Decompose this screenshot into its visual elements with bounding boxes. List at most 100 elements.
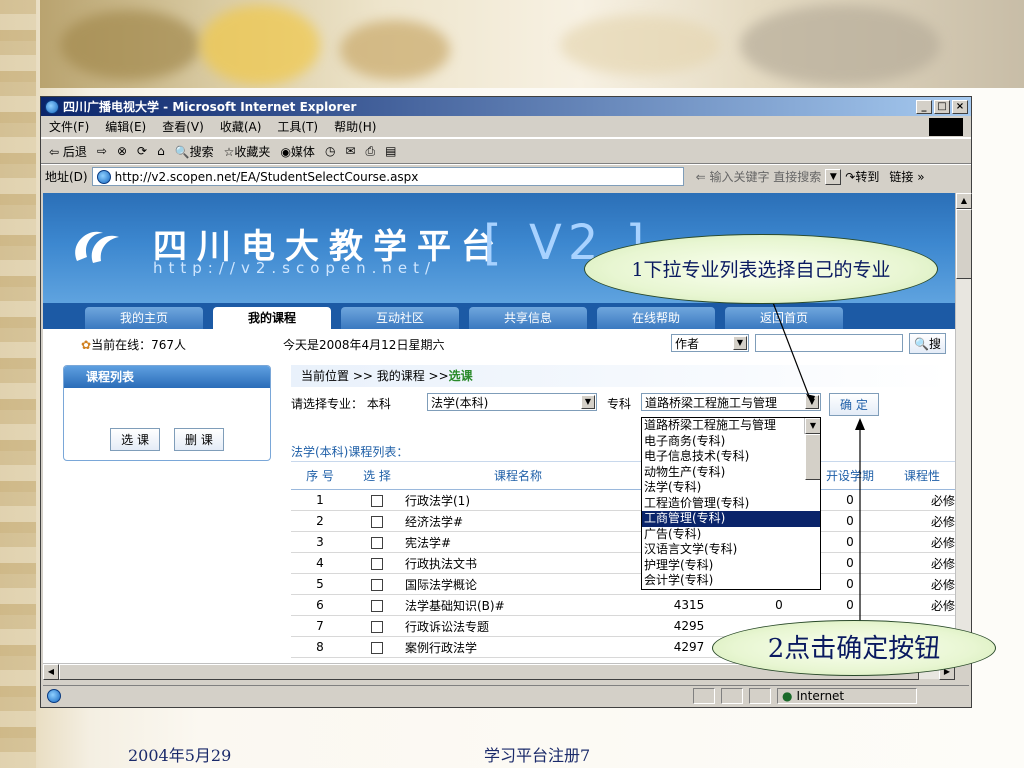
- tab-online-help[interactable]: 在线帮助: [597, 307, 715, 329]
- dropdown-option[interactable]: 法学(专科): [642, 480, 820, 496]
- links-label: 链接: [889, 170, 914, 184]
- scroll-left-icon[interactable]: ◀: [43, 664, 59, 680]
- course-name: 宪法学#: [405, 531, 631, 553]
- media-button[interactable]: ◉媒体: [280, 143, 315, 160]
- status-bar: ● Internet: [43, 685, 969, 705]
- toolbar: ⇦ 后退 ⇨ ⊗ ⟳ ⌂ 🔍搜索 ☆收藏夹 ◉媒体 ◷ ✉ ⎙ ▤: [41, 138, 971, 164]
- ie-logo-icon: [45, 99, 59, 114]
- nav-tabs: 我的主页 我的课程 互动社区 共享信息 在线帮助 返回首页: [43, 303, 955, 329]
- ie-window: 四川广播电视大学 - Microsoft Internet Explorer _…: [40, 96, 972, 708]
- dropdown-option[interactable]: 道路桥梁工程施工与管理: [642, 418, 820, 434]
- site-search-input[interactable]: [755, 334, 903, 352]
- search-button[interactable]: 🔍搜索: [175, 143, 214, 160]
- course-name: 经济法学#: [405, 510, 631, 532]
- scroll-down-icon[interactable]: ▼: [805, 418, 820, 434]
- col-index: 序 号: [291, 461, 349, 490]
- back-button[interactable]: ⇦ 后退: [49, 143, 87, 160]
- row-checkbox-cell: [349, 594, 405, 616]
- go-button[interactable]: ↷转到: [845, 168, 879, 185]
- today-date: 今天是2008年4月12日星期六: [283, 338, 445, 352]
- menu-edit[interactable]: 编辑(E): [105, 118, 146, 135]
- minimize-button[interactable]: _: [916, 99, 932, 114]
- tab-home[interactable]: 我的主页: [85, 307, 203, 329]
- menu-favorites[interactable]: 收藏(A): [220, 118, 262, 135]
- row-checkbox-cell: [349, 615, 405, 637]
- menu-view[interactable]: 查看(V): [162, 118, 204, 135]
- select-course-button[interactable]: 选 课: [110, 428, 160, 451]
- vertical-scrollbar[interactable]: ▲ ▼: [955, 193, 972, 663]
- menu-tools[interactable]: 工具(T): [277, 118, 318, 135]
- course-checkbox[interactable]: [371, 536, 383, 549]
- search-type-select[interactable]: 作者 ▼: [671, 334, 749, 352]
- undergrad-major-select[interactable]: 法学(本科) ▼: [427, 393, 597, 411]
- dropdown-option[interactable]: 工程造价管理(专科): [642, 496, 820, 512]
- menu-help[interactable]: 帮助(H): [334, 118, 376, 135]
- course-type: 必修: [889, 489, 955, 511]
- confirm-button[interactable]: 确 定: [829, 393, 879, 416]
- delete-course-button[interactable]: 删 课: [174, 428, 224, 451]
- favorites-label: 收藏夹: [234, 144, 271, 159]
- course-checkbox[interactable]: [371, 620, 383, 633]
- refresh-icon[interactable]: ⟳: [137, 144, 147, 158]
- scroll-thumb[interactable]: [805, 434, 820, 480]
- media-label: 媒体: [290, 144, 315, 159]
- menu-file[interactable]: 文件(F): [49, 118, 89, 135]
- course-checkbox[interactable]: [371, 515, 383, 528]
- course-type: 必修: [889, 594, 955, 616]
- history-icon[interactable]: ◷: [325, 144, 335, 158]
- scroll-up-icon[interactable]: ▲: [956, 193, 972, 209]
- tab-shared-info[interactable]: 共享信息: [469, 307, 587, 329]
- tab-my-courses[interactable]: 我的课程: [213, 307, 331, 329]
- address-input[interactable]: http://v2.scopen.net/EA/StudentSelectCou…: [91, 167, 684, 186]
- dropdown-option-selected[interactable]: 工商管理(专科): [642, 511, 820, 527]
- mail-icon[interactable]: ✉: [345, 144, 355, 158]
- print-icon[interactable]: ⎙: [365, 144, 375, 159]
- site-search-button[interactable]: 🔍搜: [909, 333, 946, 354]
- search-hint[interactable]: ⇐ 输入关键字 直接搜索: [696, 168, 822, 185]
- stop-icon[interactable]: ⊗: [117, 144, 127, 158]
- close-button[interactable]: ×: [952, 99, 968, 114]
- dropdown-option[interactable]: 护理学(专科): [642, 558, 820, 574]
- tab-community[interactable]: 互动社区: [341, 307, 459, 329]
- course-semester: 0: [811, 552, 889, 574]
- status-text: [67, 688, 687, 704]
- links-button[interactable]: 链接 »: [889, 168, 924, 185]
- course-semester: 0: [811, 594, 889, 616]
- dropdown-scrollbar[interactable]: ▲ ▼: [804, 418, 820, 480]
- site-logo-icon: [75, 231, 119, 263]
- status-cell: [749, 687, 771, 704]
- course-checkbox[interactable]: [371, 494, 383, 507]
- forward-button[interactable]: ⇨: [97, 144, 107, 158]
- row-index: 6: [291, 594, 349, 616]
- junior-major-select[interactable]: 道路桥梁工程施工与管理 ▼: [641, 393, 821, 411]
- favorites-button[interactable]: ☆收藏夹: [224, 143, 271, 160]
- chevron-down-icon: ▼: [805, 395, 819, 409]
- globe-icon: ●: [782, 688, 793, 703]
- window-title: 四川广播电视大学 - Microsoft Internet Explorer: [63, 100, 357, 114]
- course-checkbox[interactable]: [371, 557, 383, 570]
- scroll-thumb[interactable]: [956, 209, 972, 279]
- dropdown-option[interactable]: 电子商务(专科): [642, 434, 820, 450]
- tab-return-home[interactable]: 返回首页: [725, 307, 843, 329]
- course-checkbox[interactable]: [371, 578, 383, 591]
- edit-icon[interactable]: ▤: [385, 144, 396, 158]
- table-row: 3 宪法学# 0 必修: [291, 531, 955, 553]
- course-semester: 0: [811, 573, 889, 595]
- course-checkbox[interactable]: [371, 599, 383, 612]
- address-dropdown-icon[interactable]: ▼: [825, 168, 842, 185]
- dropdown-option[interactable]: 动物生产(专科): [642, 465, 820, 481]
- search-type-value: 作者: [675, 336, 700, 351]
- dropdown-option[interactable]: 广告(专科): [642, 527, 820, 543]
- course-checkbox[interactable]: [371, 641, 383, 654]
- dropdown-option[interactable]: 汉语言文学(专科): [642, 542, 820, 558]
- course-list-panel: 课程列表 选 课 删 课: [63, 365, 271, 461]
- dropdown-option[interactable]: 会计学(专科): [642, 573, 820, 589]
- dropdown-option[interactable]: 电子信息技术(专科): [642, 449, 820, 465]
- home-icon[interactable]: ⌂: [157, 144, 165, 158]
- maximize-button[interactable]: □: [934, 99, 950, 114]
- picker-label: 请选择专业：: [291, 397, 364, 411]
- row-index: 7: [291, 615, 349, 637]
- status-cell: [721, 687, 743, 704]
- course-type: 必修: [889, 510, 955, 532]
- major-dropdown-list: 道路桥梁工程施工与管理 电子商务(专科) 电子信息技术(专科) 动物生产(专科)…: [641, 417, 821, 590]
